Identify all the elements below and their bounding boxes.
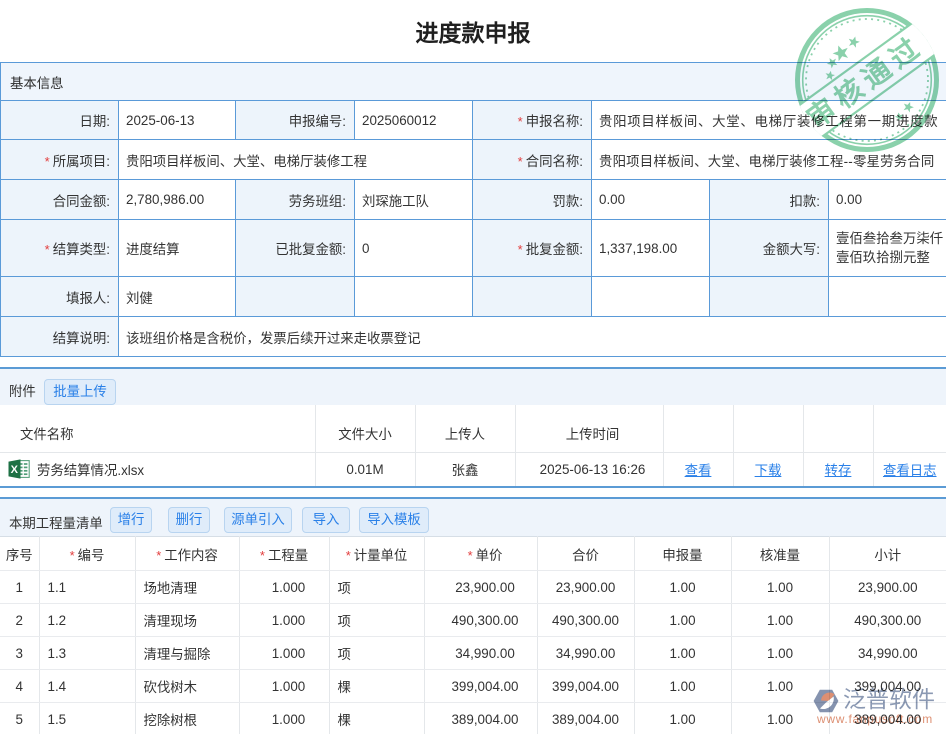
svg-text:审核通过: 审核通过 — [801, 29, 930, 135]
svg-text:X: X — [11, 464, 19, 476]
